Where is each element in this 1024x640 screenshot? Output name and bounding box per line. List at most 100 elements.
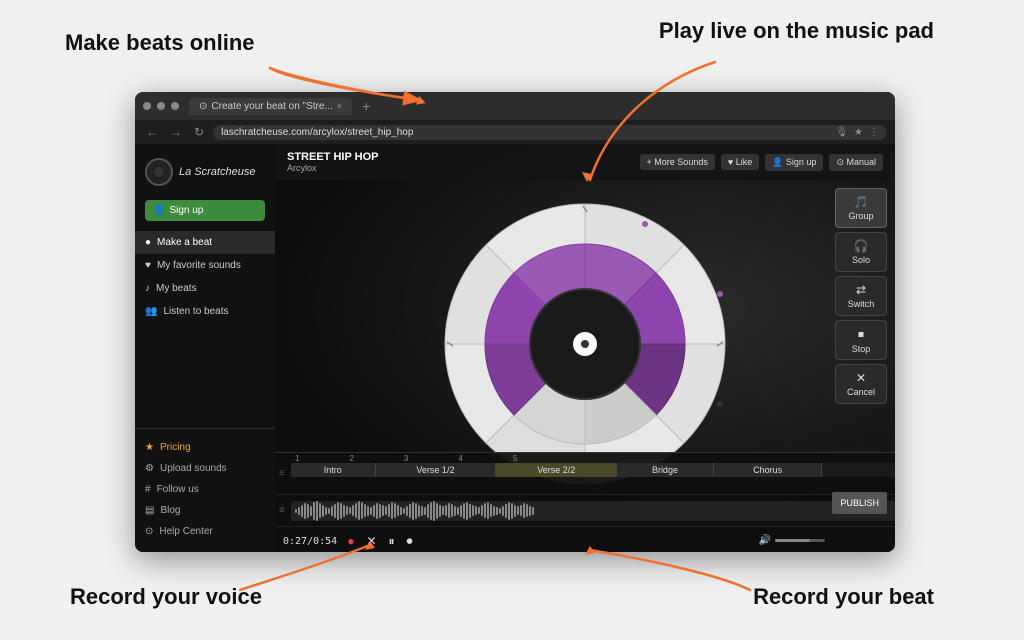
waveform-handle[interactable]: ≡: [275, 505, 291, 516]
browser-dot-1: [143, 102, 151, 110]
cancel-button[interactable]: ✕ Cancel: [835, 364, 887, 404]
nav-back-button[interactable]: ←: [143, 125, 161, 139]
waveform-bar: [457, 507, 459, 515]
switch-icon: ⇄: [856, 283, 866, 297]
play-button[interactable]: ⏺: [405, 534, 415, 549]
transport-time: 0:27/0:54: [283, 536, 337, 547]
sidebar-divider: [135, 428, 275, 429]
section-bar: 1 2 3 4 5 Intro Verse 1/2 Verse 2/2 Brid…: [291, 453, 895, 477]
switch-button[interactable]: ⇄ Switch: [835, 276, 887, 316]
make-beat-icon: ●: [145, 237, 151, 248]
waveform-bar: [412, 502, 414, 520]
waveform-bar: [481, 505, 483, 516]
help-icon: ⊙: [145, 526, 153, 537]
signup-top-button[interactable]: 👤 Sign up: [765, 154, 823, 171]
section-chorus[interactable]: Chorus: [714, 463, 823, 477]
manual-button[interactable]: ⊙ Manual: [829, 154, 883, 171]
solo-button[interactable]: 🎧 Solo: [835, 232, 887, 272]
waveform-bar: [361, 502, 363, 519]
sidebar-item-upload[interactable]: ⚙ Upload sounds: [135, 458, 275, 479]
section-verse1[interactable]: Verse 1/2: [376, 463, 497, 477]
more-sounds-button[interactable]: + More Sounds: [640, 154, 715, 170]
sidebar-item-follow[interactable]: # Follow us: [135, 479, 275, 500]
sidebar-item-listen[interactable]: 👥 Listen to beats: [135, 300, 275, 323]
waveform-bar: [442, 506, 444, 515]
sidebar-item-pricing[interactable]: ★ Pricing: [135, 437, 275, 458]
favorites-label: My favorite sounds: [157, 260, 241, 271]
make-beat-label: Make a beat: [157, 237, 212, 248]
section-bridge[interactable]: Bridge: [617, 463, 714, 477]
browser-chrome: ⊙ Create your beat on "Stre... × +: [135, 92, 895, 120]
browser-tab[interactable]: ⊙ Create your beat on "Stre... ×: [189, 98, 352, 115]
sidebar-item-my-beats[interactable]: ♪ My beats: [135, 277, 275, 300]
upload-label: Upload sounds: [160, 463, 227, 474]
waveform-bar: [406, 506, 408, 516]
waveform-bar: [526, 504, 528, 517]
pricing-label: Pricing: [160, 442, 191, 453]
mic-icon: 🎙: [835, 127, 848, 138]
pause-button[interactable]: ⏸: [387, 534, 397, 549]
record-button[interactable]: ●: [345, 534, 356, 548]
follow-icon: #: [145, 484, 151, 495]
waveform-bar: [358, 501, 360, 520]
waveform-bar: [388, 504, 390, 517]
stop-transport-button[interactable]: ✕: [364, 534, 378, 548]
sidebar-logo: La Scratcheuse: [135, 154, 275, 196]
waveform-bar: [532, 507, 534, 515]
address-text: laschratcheuse.com/arcylox/street_hip_ho…: [221, 127, 413, 138]
signup-icon: 👤: [153, 205, 165, 216]
waveform-bar: [349, 507, 351, 514]
waveform-bar: [478, 507, 480, 514]
nav-refresh-button[interactable]: ↻: [191, 125, 207, 139]
stop-button[interactable]: ⏹ Stop: [835, 320, 887, 360]
switch-label: Switch: [848, 299, 875, 309]
favorites-icon: ♥: [145, 260, 151, 271]
waveform-bar: [385, 506, 387, 515]
volume-icon: 🔊: [759, 535, 771, 546]
top-bar: STREET HIP HOP Arcylox + More Sounds ♥ L…: [275, 144, 895, 180]
browser-dot-3: [171, 102, 179, 110]
waveform-bar: [520, 505, 522, 516]
signup-label: Sign up: [169, 205, 203, 216]
browser-address-bar: ← → ↻ laschratcheuse.com/arcylox/street_…: [135, 120, 895, 144]
section-intro[interactable]: Intro: [291, 463, 376, 477]
waveform-bar: [505, 504, 507, 518]
sections-timeline: 1 2 3 4 5 Intro Verse 1/2 Verse 2/2 Brid…: [291, 453, 895, 494]
sidebar-item-help[interactable]: ⊙ Help Center: [135, 521, 275, 542]
waveform-bar: [352, 505, 354, 516]
tab-close-icon[interactable]: ×: [337, 101, 342, 111]
volume-fill: [775, 539, 810, 542]
blog-icon: ▤: [145, 505, 154, 516]
sidebar-item-make-beat[interactable]: ● Make a beat: [135, 231, 275, 254]
sections-handle[interactable]: ≡: [275, 468, 291, 479]
waveform-bar: [397, 505, 399, 516]
annotation-play-live: Play live on the music pad: [659, 18, 934, 44]
waveform-bar: [448, 503, 450, 518]
waveform-bar: [508, 502, 510, 520]
waveform-bar: [394, 503, 396, 518]
waveform-bar: [523, 503, 525, 518]
nav-forward-button[interactable]: →: [167, 125, 185, 139]
publish-button[interactable]: PUBLISH: [832, 492, 887, 514]
like-button[interactable]: ♥ Like: [721, 154, 759, 170]
address-bar-input[interactable]: laschratcheuse.com/arcylox/street_hip_ho…: [213, 125, 887, 140]
sections-track: ≡ 1 2 3 4 5 Intro: [275, 453, 895, 495]
volume-control: 🔊: [759, 535, 825, 546]
bottom-sequencer: ≡ 1 2 3 4 5 Intro: [275, 452, 895, 552]
menu-icon: ⋮: [869, 127, 879, 138]
section-verse2[interactable]: Verse 2/2: [496, 463, 617, 477]
signup-button[interactable]: 👤 Sign up: [145, 200, 265, 221]
new-tab-button[interactable]: +: [358, 98, 374, 114]
sidebar-item-blog[interactable]: ▤ Blog: [135, 500, 275, 521]
volume-bar[interactable]: [775, 539, 825, 542]
waveform-bar: [367, 506, 369, 516]
top-bar-right: + More Sounds ♥ Like 👤 Sign up ⊙ Manual: [640, 154, 883, 171]
waveform-bar: [475, 506, 477, 515]
group-button[interactable]: 🎵 Group: [835, 188, 887, 228]
track-info: STREET HIP HOP Arcylox: [287, 151, 378, 173]
waveform-bar: [391, 502, 393, 519]
waveform-bar: [343, 505, 345, 517]
logo-text: La Scratcheuse: [179, 166, 255, 178]
waveform-bar: [460, 505, 462, 517]
sidebar-item-favorites[interactable]: ♥ My favorite sounds: [135, 254, 275, 277]
